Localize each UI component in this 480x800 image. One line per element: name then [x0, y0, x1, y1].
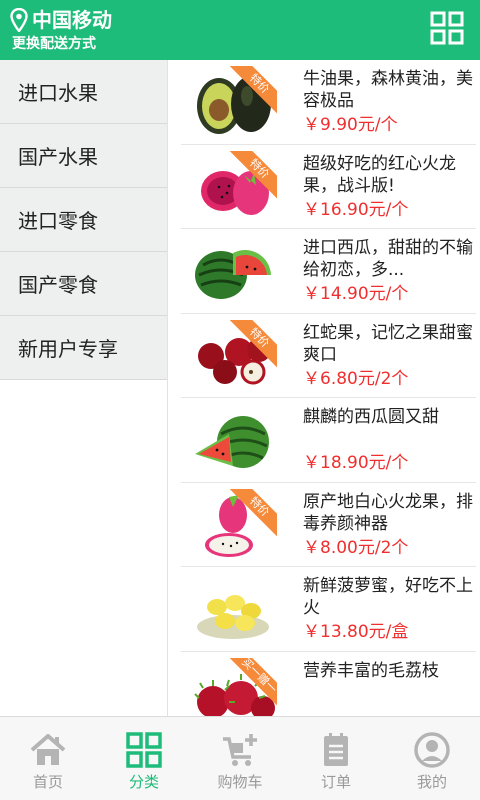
order-icon: [324, 733, 348, 766]
product-price: ￥6.80元/2个: [303, 368, 409, 389]
nav-cart[interactable]: 购物车: [192, 717, 288, 800]
change-delivery-link[interactable]: 更换配送方式: [12, 35, 96, 53]
product-price: ￥9.90元/个: [303, 115, 398, 135]
product-image-red-apple: 特价: [189, 319, 277, 392]
product-price: ￥13.80元/盒: [303, 622, 409, 642]
list-item[interactable]: 麒麟的西瓜圆又甜 ￥18.90元/个: [181, 398, 476, 483]
product-price: ￥16.90元/个: [303, 199, 409, 220]
product-name: 原产地白心火龙果，排毒养颜神器: [303, 491, 473, 534]
product-name: 牛油果，森林黄油，美容极品: [303, 69, 473, 111]
location-pin-icon: [10, 8, 28, 32]
product-name: 新鲜菠萝蜜，好吃不上火: [303, 576, 473, 618]
list-item[interactable]: 特价 牛油果，森林黄油，美容极品 ￥9.90元/个: [181, 60, 476, 145]
product-name: 红蛇果，记忆之果甜蜜爽口: [303, 322, 473, 365]
sidebar-item-domestic-fruit[interactable]: 国产水果: [0, 124, 167, 188]
cart-icon: [223, 734, 257, 766]
nav-label: 订单: [320, 773, 351, 791]
grid-icon[interactable]: [430, 11, 464, 45]
sidebar-item-domestic-snacks[interactable]: 国产零食: [0, 252, 167, 316]
profile-icon: [414, 732, 450, 768]
product-name: 麒麟的西瓜圆又甜: [303, 407, 439, 427]
list-item[interactable]: 特价 超级好吃的红心火龙果，战斗版! ￥16.90元/个: [181, 145, 476, 229]
nav-home[interactable]: 首页: [0, 717, 96, 800]
nav-category[interactable]: 分类: [96, 717, 192, 800]
list-item[interactable]: 特价 红蛇果，记忆之果甜蜜爽口 ￥6.80元/2个: [181, 314, 476, 398]
product-name: 营养丰富的毛荔枝: [303, 660, 439, 681]
product-price: ￥14.90元/个: [303, 284, 409, 304]
product-image-watermelon: [189, 235, 277, 307]
product-image-dragon-fruit-red: 特价: [189, 150, 277, 223]
sidebar-item-label: 新用户专享: [18, 337, 118, 361]
top-bar: 中国移动 更换配送方式: [0, 0, 480, 60]
sidebar-item-label: 国产水果: [18, 145, 98, 169]
location-title: 中国移动: [32, 8, 112, 32]
product-price: ￥8.00元/2个: [303, 537, 409, 558]
sidebar-item-imported-snacks[interactable]: 进口零食: [0, 188, 167, 252]
nav-label: 购物车: [217, 773, 263, 791]
product-image-rambutan: 买一赠一: [189, 657, 277, 716]
sidebar-item-imported-fruit[interactable]: 进口水果: [0, 60, 167, 124]
product-image-dragon-fruit-white: 特价: [189, 488, 277, 561]
sidebar-item-label: 进口水果: [18, 81, 98, 105]
category-sidebar: 进口水果 国产水果 进口零食 国产零食 新用户专享: [0, 60, 168, 716]
bottom-navigation: 首页 分类 购物车 订单 我的: [0, 716, 480, 800]
nav-label: 分类: [128, 773, 159, 791]
product-image-jackfruit: [189, 573, 277, 645]
list-item[interactable]: 新鲜菠萝蜜，好吃不上火 ￥13.80元/盒: [181, 567, 476, 652]
list-item[interactable]: 进口西瓜，甜甜的不输给初恋，多... ￥14.90元/个: [181, 229, 476, 314]
sidebar-item-label: 国产零食: [18, 273, 98, 297]
nav-profile[interactable]: 我的: [384, 717, 480, 800]
product-name: 超级好吃的红心火龙果，战斗版!: [303, 153, 456, 196]
sidebar-item-label: 进口零食: [18, 209, 98, 233]
location-selector[interactable]: 中国移动: [10, 8, 112, 32]
list-item[interactable]: 买一赠一 营养丰富的毛荔枝: [181, 652, 476, 716]
sidebar-item-new-user[interactable]: 新用户专享: [0, 316, 167, 380]
product-price: ￥18.90元/个: [303, 453, 409, 473]
category-icon: [126, 732, 162, 768]
home-icon: [30, 734, 66, 765]
nav-label: 我的: [416, 773, 447, 791]
nav-label: 首页: [32, 773, 63, 791]
product-name: 进口西瓜，甜甜的不输给初恋，多...: [303, 238, 473, 280]
product-image-watermelon-slice: [189, 404, 277, 476]
product-list[interactable]: 特价 牛油果，森林黄油，美容极品 ￥9.90元/个 特价 超级好吃的红心火龙果，…: [169, 60, 480, 716]
nav-orders[interactable]: 订单: [288, 717, 384, 800]
list-item[interactable]: 特价 原产地白心火龙果，排毒养颜神器 ￥8.00元/2个: [181, 483, 476, 567]
product-image-avocado: 特价: [189, 66, 277, 138]
